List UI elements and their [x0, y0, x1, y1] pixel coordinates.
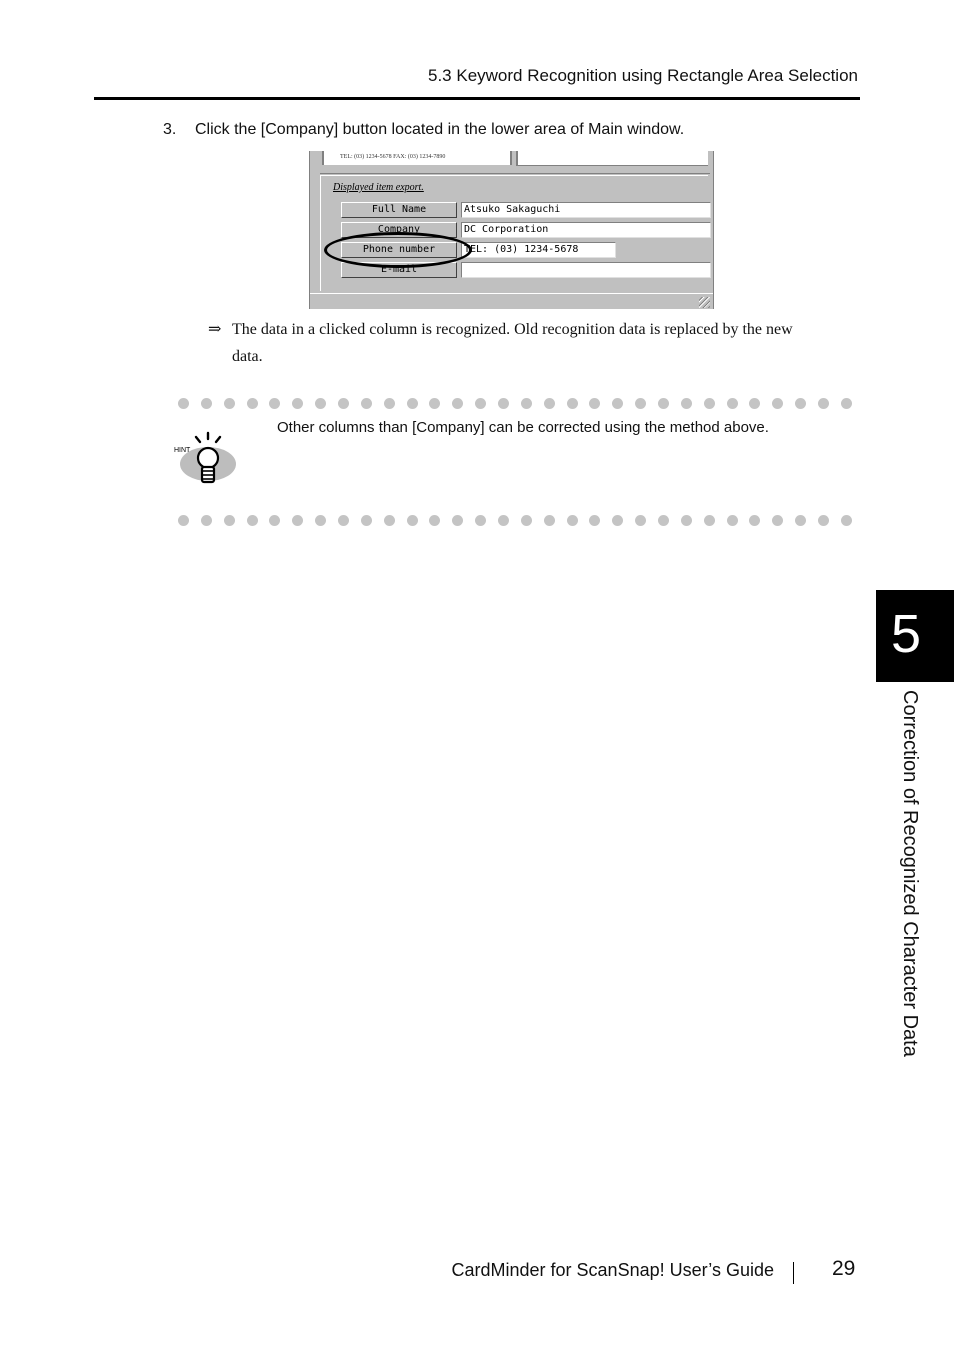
- result-line-2: data.: [232, 348, 263, 365]
- card-text-line: TEL: (03) 1234-5678 FAX: (03) 1234-7890: [340, 154, 446, 160]
- step-text: Click the [Company] button located in th…: [195, 121, 685, 138]
- divider-dot: [726, 398, 738, 409]
- divider-dot: [498, 398, 510, 409]
- figure-separator: [320, 173, 710, 174]
- hint-top-dot-divider: [178, 398, 852, 410]
- divider-dot: [498, 515, 510, 526]
- chapter-number: 5: [890, 604, 922, 664]
- divider-dot: [840, 515, 852, 526]
- phone-number-field[interactable]: TEL: (03) 1234-5678: [461, 242, 616, 258]
- divider-dot: [406, 515, 418, 526]
- status-bar: [310, 293, 713, 309]
- divider-dot: [475, 515, 487, 526]
- email-field[interactable]: [461, 262, 711, 278]
- divider-dot: [475, 398, 487, 409]
- lightbulb-hint-icon: HINT: [174, 431, 236, 484]
- divider-dot: [612, 398, 624, 409]
- divider-dot: [818, 515, 830, 526]
- divider-dot: [749, 515, 761, 526]
- divider-dot: [520, 398, 532, 409]
- footer-separator: [793, 1262, 794, 1284]
- divider-dot: [772, 398, 784, 409]
- result-line-1: The data in a clicked column is recogniz…: [232, 321, 793, 338]
- divider-dot: [452, 515, 464, 526]
- divider-dot: [612, 515, 624, 526]
- section-header-title: 5.3 Keyword Recognition using Rectangle …: [428, 66, 858, 85]
- step-instruction: 3. Click the [Company] button located in …: [163, 121, 684, 139]
- divider-dot: [543, 515, 555, 526]
- divider-dot: [383, 515, 395, 526]
- divider-dot: [383, 398, 395, 409]
- divider-dot: [703, 398, 715, 409]
- panel-title: Displayed item export.: [333, 182, 424, 193]
- divider-dot: [818, 398, 830, 409]
- card-image-preview-back: [516, 151, 708, 166]
- divider-dot: [429, 515, 441, 526]
- hint-bottom-dot-divider: [178, 515, 852, 527]
- divider-dot: [658, 398, 670, 409]
- resize-grip-icon[interactable]: [699, 297, 710, 308]
- page-number: 29: [832, 1257, 856, 1280]
- divider-dot: [338, 398, 350, 409]
- divider-dot: [200, 515, 212, 526]
- divider-dot: [520, 515, 532, 526]
- footer-guide-title: CardMinder for ScanSnap! User’s Guide: [451, 1260, 775, 1280]
- chapter-title-vertical: Correction of Recognized Character Data: [899, 690, 921, 1057]
- divider-dot: [452, 398, 464, 409]
- divider-dot: [840, 398, 852, 409]
- full-name-button[interactable]: Full Name: [341, 202, 457, 218]
- divider-dot: [703, 515, 715, 526]
- divider-dot: [635, 398, 647, 409]
- divider-dot: [543, 398, 555, 409]
- hint-text: Other columns than [Company] can be corr…: [277, 419, 769, 436]
- divider-dot: [566, 515, 578, 526]
- chapter-tab: 5: [876, 590, 954, 682]
- divider-dot: [360, 398, 372, 409]
- step-number: 3.: [163, 121, 177, 138]
- field-panel: Displayed item export. Full Name Atsuko …: [320, 175, 711, 291]
- divider-dot: [315, 515, 327, 526]
- divider-dot: [589, 515, 601, 526]
- result-arrow-icon: ⇒: [208, 321, 222, 338]
- divider-dot: [246, 515, 258, 526]
- company-highlight-ellipse: [324, 232, 472, 268]
- full-name-field[interactable]: Atsuko Sakaguchi: [461, 202, 711, 218]
- header-rule: [94, 97, 860, 100]
- divider-dot: [749, 398, 761, 409]
- divider-dot: [178, 515, 189, 526]
- divider-dot: [246, 398, 258, 409]
- result-note: ⇒ The data in a clicked column is recogni…: [208, 316, 853, 370]
- divider-dot: [178, 398, 189, 409]
- divider-dot: [795, 398, 807, 409]
- divider-dot: [795, 515, 807, 526]
- divider-dot: [269, 398, 281, 409]
- main-window-screenshot: TEL: (03) 1234-5678 FAX: (03) 1234-7890 …: [309, 151, 714, 309]
- divider-dot: [200, 398, 212, 409]
- divider-dot: [680, 398, 692, 409]
- hint-icon-label: HINT: [174, 447, 191, 454]
- divider-dot: [429, 398, 441, 409]
- divider-dot: [223, 398, 235, 409]
- divider-dot: [269, 515, 281, 526]
- divider-dot: [360, 515, 372, 526]
- divider-dot: [658, 515, 670, 526]
- divider-dot: [566, 398, 578, 409]
- card-image-preview: TEL: (03) 1234-5678 FAX: (03) 1234-7890: [322, 151, 512, 165]
- divider-dot: [223, 515, 235, 526]
- divider-dot: [589, 398, 601, 409]
- company-field[interactable]: DC Corporation: [461, 222, 711, 238]
- divider-dot: [406, 398, 418, 409]
- divider-dot: [635, 515, 647, 526]
- divider-dot: [726, 515, 738, 526]
- divider-dot: [680, 515, 692, 526]
- divider-dot: [292, 398, 304, 409]
- divider-dot: [338, 515, 350, 526]
- divider-dot: [772, 515, 784, 526]
- divider-dot: [292, 515, 304, 526]
- divider-dot: [315, 398, 327, 409]
